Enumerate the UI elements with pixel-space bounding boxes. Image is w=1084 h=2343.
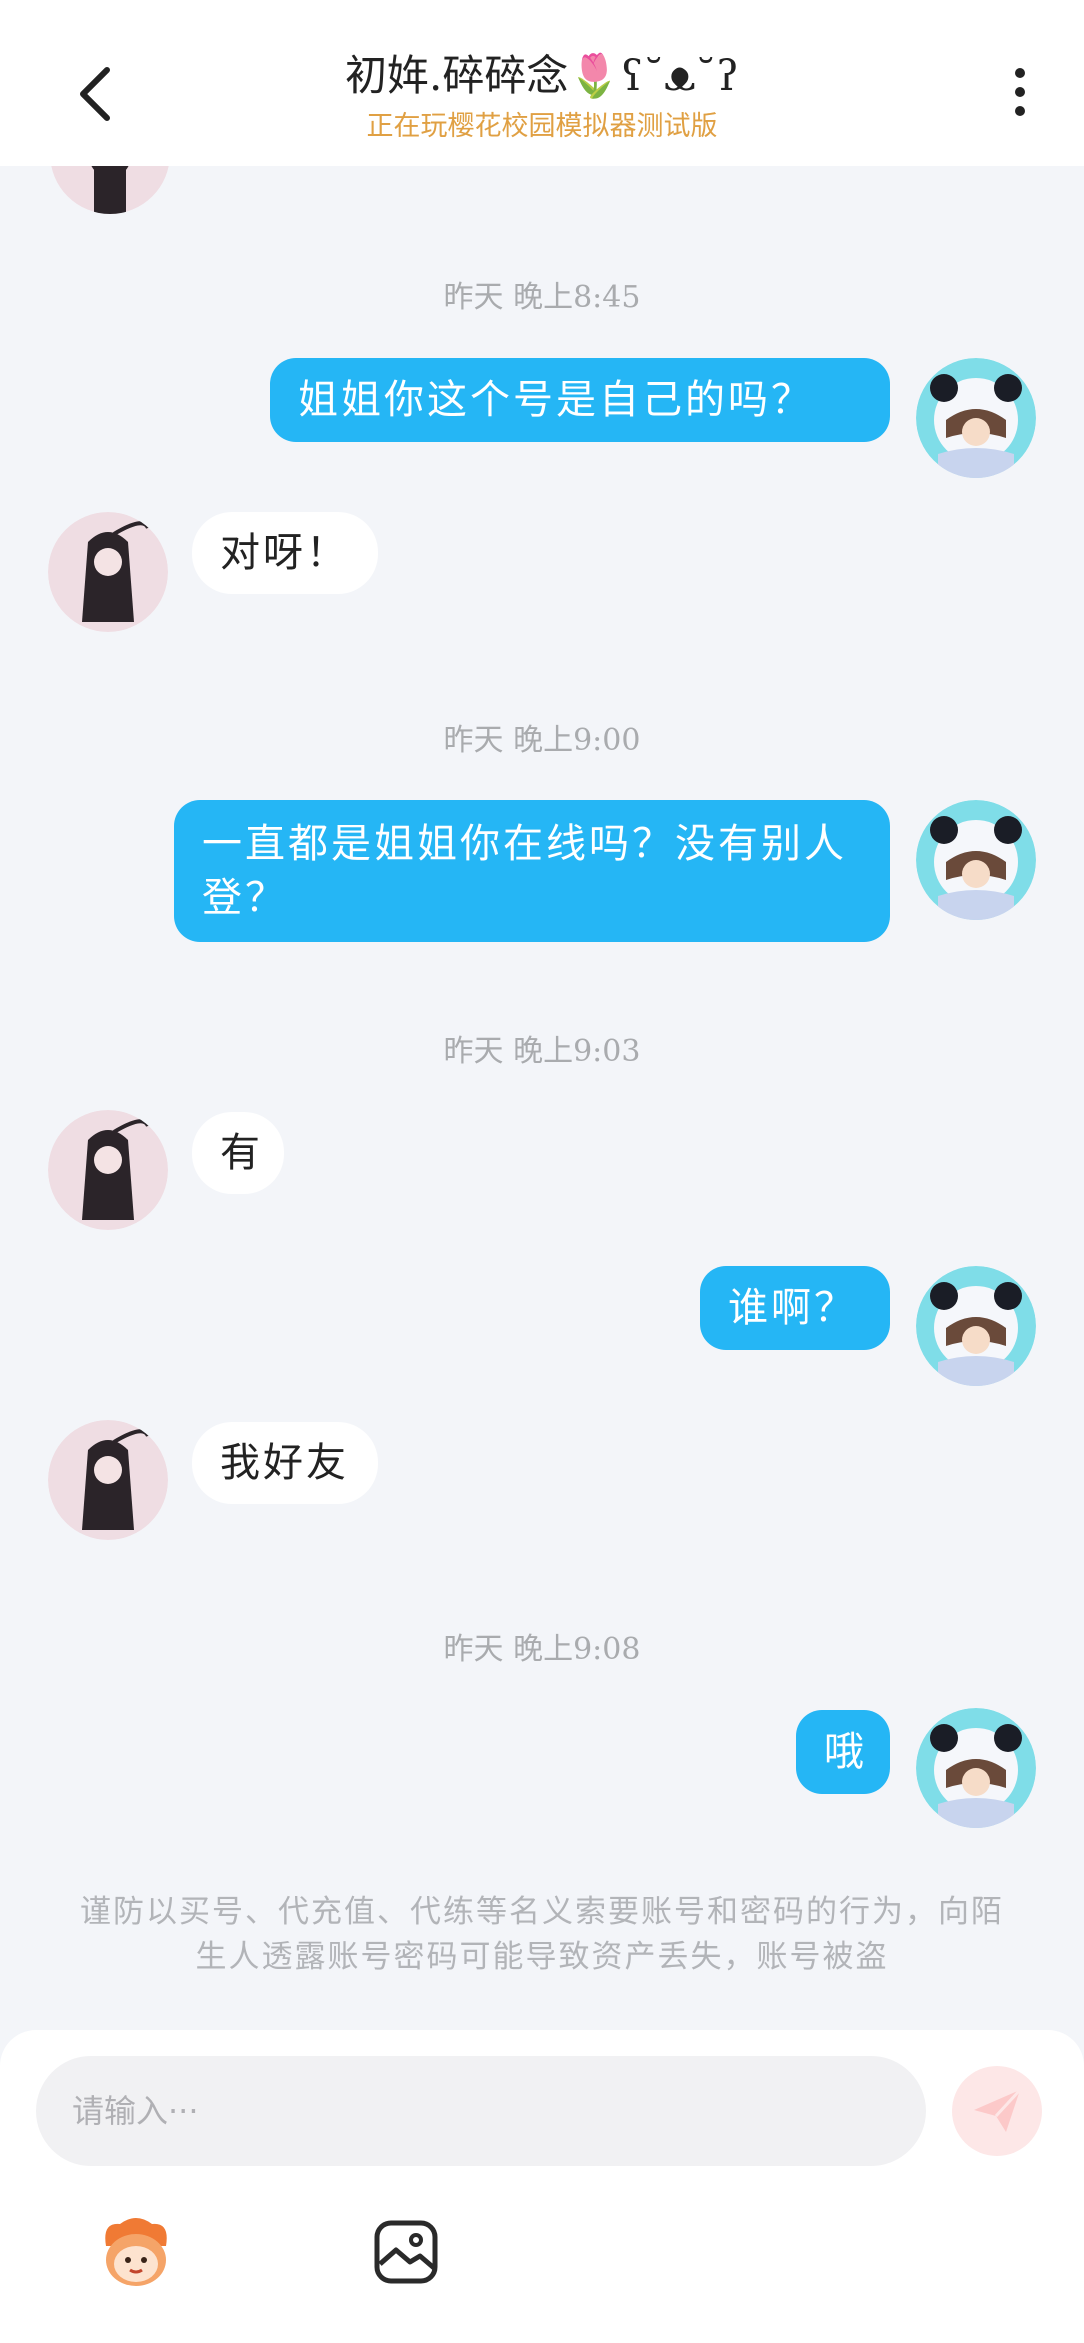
- message-bubble-sent[interactable]: 哦: [796, 1710, 890, 1794]
- message-bubble-sent[interactable]: 姐姐你这个号是自己的吗？: [270, 358, 890, 442]
- message-bubble-sent[interactable]: 谁啊？: [700, 1266, 890, 1350]
- avatar-self[interactable]: [916, 800, 1036, 920]
- image-icon: [374, 2220, 438, 2284]
- avatar-other[interactable]: [48, 512, 168, 632]
- message-bubble-sent[interactable]: 一直都是姐姐你在线吗？没有别人登？: [174, 800, 890, 942]
- more-vertical-icon[interactable]: [1000, 62, 1040, 122]
- chat-header: 初姩.碎碎念🌷ʕ˘ᴥ˘ʔ 正在玩樱花校园模拟器测试版: [0, 0, 1084, 166]
- avatar-other-partial: [50, 166, 170, 226]
- emoji-mascot-icon: [105, 2218, 167, 2286]
- avatar-other[interactable]: [48, 1420, 168, 1540]
- message-composer: [0, 2030, 1084, 2343]
- send-icon: [974, 2088, 1022, 2132]
- message-bubble-received[interactable]: 我好友: [192, 1422, 378, 1504]
- avatar-self[interactable]: [916, 1708, 1036, 1828]
- security-notice: 谨防以买号、代充值、代练等名义索要账号和密码的行为，向陌生人透露账号密码可能导致…: [80, 1894, 1004, 1975]
- timestamp: 昨天 晚上9:00: [443, 723, 641, 758]
- timestamp: 昨天 晚上9:03: [443, 1034, 641, 1069]
- message-bubble-received[interactable]: 对呀！: [192, 512, 378, 594]
- image-button[interactable]: [366, 2212, 446, 2292]
- avatar: [50, 166, 170, 214]
- chat-status: 正在玩樱花校园模拟器测试版: [366, 111, 718, 142]
- avatar-other[interactable]: [48, 1110, 168, 1230]
- chat-title: 初姩.碎碎念🌷ʕ˘ᴥ˘ʔ: [345, 51, 739, 100]
- message-input[interactable]: [36, 2056, 926, 2166]
- emoji-button[interactable]: [96, 2212, 176, 2292]
- back-arrow-icon: [80, 67, 110, 121]
- avatar-self[interactable]: [916, 358, 1036, 478]
- send-button[interactable]: [952, 2066, 1042, 2156]
- timestamp: 昨天 晚上8:45: [443, 280, 641, 315]
- timestamp: 昨天 晚上9:08: [443, 1632, 641, 1667]
- avatar-self[interactable]: [916, 1266, 1036, 1386]
- back-button[interactable]: [60, 54, 130, 134]
- message-bubble-received[interactable]: 有: [192, 1112, 284, 1194]
